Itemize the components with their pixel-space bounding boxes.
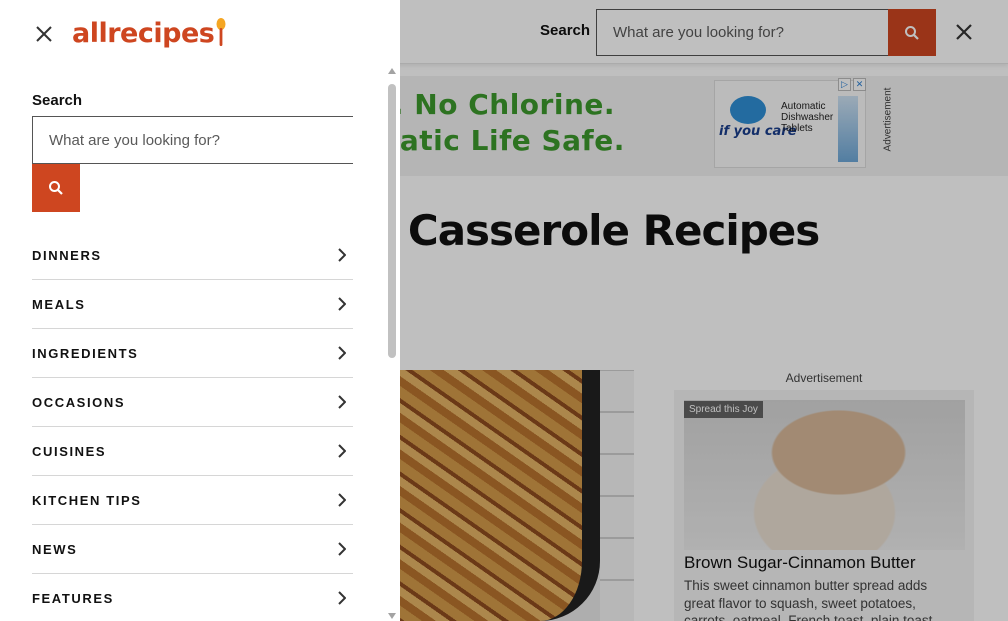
- nav-item-label: OCCASIONS: [32, 394, 126, 410]
- chevron-right-icon[interactable]: [333, 492, 349, 508]
- chevron-right-icon[interactable]: [333, 394, 349, 410]
- chevron-right-icon[interactable]: [333, 345, 349, 361]
- nav-item-ingredients[interactable]: INGREDIENTS: [32, 329, 353, 378]
- nav-item-news[interactable]: NEWS: [32, 525, 353, 574]
- nav-item-label: MEALS: [32, 296, 86, 312]
- nav-item-label: INGREDIENTS: [32, 345, 139, 361]
- nav-item-cuisines[interactable]: CUISINES: [32, 427, 353, 476]
- nav-item-label: CUISINES: [32, 443, 107, 459]
- chevron-right-icon[interactable]: [333, 590, 349, 606]
- nav-item-label: NEWS: [32, 541, 78, 557]
- scroll-thumb[interactable]: [388, 84, 396, 358]
- nav-item-label: DINNERS: [32, 247, 102, 263]
- search-icon: [49, 181, 63, 195]
- nav-item-features[interactable]: FEATURES: [32, 574, 353, 621]
- nav-item-meals[interactable]: MEALS: [32, 280, 353, 329]
- drawer-search-label: Search: [32, 92, 83, 109]
- chevron-right-icon[interactable]: [333, 247, 349, 263]
- nav-item-occasions[interactable]: OCCASIONS: [32, 378, 353, 427]
- drawer-scrollbar[interactable]: [386, 66, 398, 621]
- scroll-down-arrow-icon[interactable]: [388, 613, 396, 619]
- chevron-right-icon[interactable]: [333, 541, 349, 557]
- nav-item-label: FEATURES: [32, 590, 114, 606]
- close-icon: [36, 26, 52, 42]
- chevron-right-icon[interactable]: [333, 296, 349, 312]
- chevron-right-icon[interactable]: [333, 443, 349, 459]
- logo-text: allrecipes: [72, 18, 215, 49]
- nav-item-dinners[interactable]: DINNERS: [32, 231, 353, 280]
- nav-menu: DINNERS MEALS INGREDIENTS OCCASIONS CUIS…: [32, 231, 353, 621]
- drawer-close-button[interactable]: [30, 20, 58, 48]
- allrecipes-logo[interactable]: allrecipes: [72, 16, 226, 52]
- scroll-up-arrow-icon[interactable]: [388, 68, 396, 74]
- spoon-icon: [216, 18, 226, 46]
- drawer-search-button[interactable]: [32, 164, 80, 212]
- nav-item-kitchen-tips[interactable]: KITCHEN TIPS: [32, 476, 353, 525]
- nav-item-label: KITCHEN TIPS: [32, 492, 142, 508]
- drawer-search-input[interactable]: [32, 116, 353, 164]
- nav-drawer: allrecipes Search DINNERS MEALS INGREDIE…: [0, 0, 400, 621]
